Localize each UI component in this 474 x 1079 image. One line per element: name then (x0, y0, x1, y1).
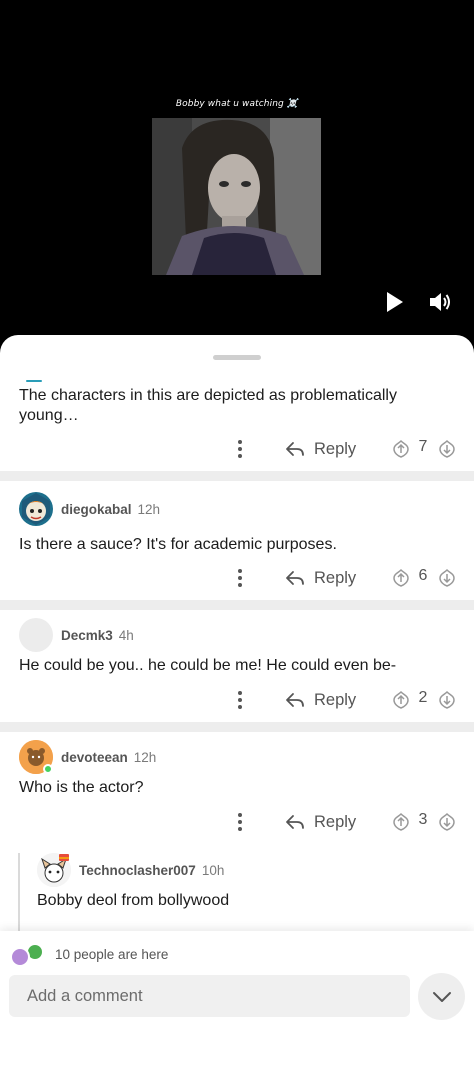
thread-line-stub (26, 380, 42, 382)
downvote-icon[interactable] (436, 439, 458, 459)
vote-count: 6 (418, 567, 428, 584)
vote-count: 7 (418, 438, 428, 455)
comment-time: 4h (118, 627, 134, 643)
downvote-icon[interactable] (436, 812, 458, 832)
volume-icon[interactable] (427, 289, 453, 315)
collapse-button[interactable] (418, 973, 465, 1020)
reply-icon (286, 442, 304, 456)
chevron-down-icon (432, 991, 451, 1002)
comment-text: Bobby deol from bollywood (37, 892, 230, 909)
avatar[interactable] (19, 740, 53, 774)
video-still-image (152, 118, 321, 275)
reply-icon (286, 571, 304, 585)
comment-username[interactable]: Technoclasher007 (79, 863, 196, 878)
downvote-icon[interactable] (436, 690, 458, 710)
more-options-icon[interactable] (236, 438, 244, 460)
upvote-icon[interactable] (390, 568, 412, 588)
comment-username[interactable]: devoteean (61, 750, 128, 765)
play-icon[interactable] (381, 289, 407, 315)
upvote-icon[interactable] (390, 439, 412, 459)
reply-label: Reply (314, 439, 357, 458)
comment-composer-footer: 10 people are here (0, 931, 474, 1079)
presence-avatars (10, 941, 48, 967)
online-status-dot (43, 764, 53, 774)
comment-author-row[interactable]: Decmk3 4h (19, 618, 134, 652)
vote-count: 2 (418, 689, 428, 706)
comment-author-row[interactable]: diegokabal 12h (19, 492, 160, 526)
add-comment-input[interactable] (9, 975, 410, 1017)
reply-button[interactable]: Reply (285, 809, 356, 835)
comment-text: The characters in this are depicted as p… (19, 387, 397, 424)
vote-count: 3 (418, 811, 428, 828)
more-options-icon[interactable] (236, 689, 244, 711)
avatar[interactable] (19, 492, 53, 526)
video-player[interactable]: Bobby what u watching ☠️ (0, 0, 474, 345)
reply-button[interactable]: Reply (285, 687, 356, 713)
comment-author-row[interactable]: devoteean 12h (19, 740, 156, 774)
avatar[interactable] (19, 618, 53, 652)
comment-text: Is there a sauce? It's for academic purp… (19, 536, 337, 553)
more-options-icon[interactable] (236, 811, 244, 833)
comment-author-row[interactable]: Technoclasher007 10h (37, 853, 224, 887)
comment-time: 12h (133, 749, 157, 765)
video-caption: Bobby what u watching ☠️ (175, 99, 299, 109)
avatar[interactable] (37, 853, 71, 887)
reply-label: Reply (314, 568, 357, 587)
comment-separator (0, 471, 474, 481)
downvote-icon[interactable] (436, 568, 458, 588)
reply-icon (286, 815, 304, 829)
reply-button[interactable]: Reply (285, 565, 356, 591)
comment-separator (0, 722, 474, 732)
comment-time: 12h (137, 501, 161, 517)
comment-username[interactable]: Decmk3 (61, 628, 113, 643)
upvote-icon[interactable] (390, 690, 412, 710)
comment-text: Who is the actor? (19, 779, 144, 796)
comment-actions: Reply 6 (0, 565, 474, 591)
comment-actions: Reply 3 (0, 809, 474, 835)
video-frame[interactable] (152, 118, 321, 275)
sheet-drag-handle[interactable] (213, 355, 261, 360)
comment-actions: Reply 7 (0, 436, 474, 462)
comment-username[interactable]: diegokabal (61, 502, 132, 517)
comment-time: 10h (201, 862, 225, 878)
presence-text: 10 people are here (55, 947, 169, 962)
reply-button[interactable]: Reply (285, 436, 356, 462)
comment-text: He could be you.. he could be me! He cou… (19, 657, 397, 674)
upvote-icon[interactable] (390, 812, 412, 832)
presence-avatar (10, 947, 30, 967)
comment-actions: Reply 2 (0, 687, 474, 713)
more-options-icon[interactable] (236, 567, 244, 589)
comment-separator (0, 600, 474, 610)
reply-thread-line (18, 853, 20, 943)
avatar-image (22, 493, 50, 525)
reply-icon (286, 693, 304, 707)
reply-label: Reply (314, 812, 357, 831)
avatar-image (37, 853, 71, 887)
reply-label: Reply (314, 690, 357, 709)
